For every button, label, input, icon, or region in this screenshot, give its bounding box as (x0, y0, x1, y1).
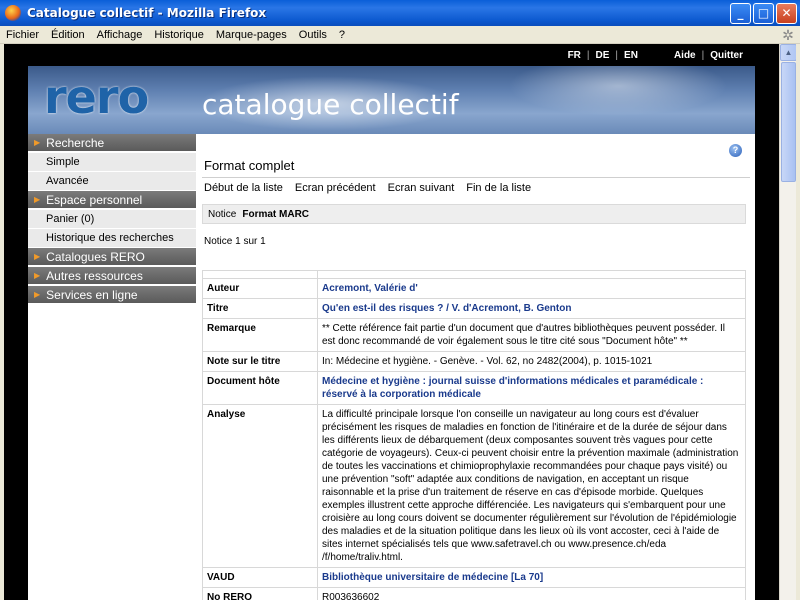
table-spacer-row (202, 270, 746, 279)
top-strip: FR | DE | EN Aide | Quitter (28, 44, 755, 66)
triangle-icon: ▶ (34, 252, 41, 261)
sidebar: ▶ Recherche Simple Avancée ▶ Espace pers… (28, 134, 196, 600)
menu-affichage[interactable]: Affichage (91, 29, 149, 41)
triangle-icon: ▶ (34, 290, 41, 299)
sidebar-section-label: Autres ressources (46, 268, 143, 283)
field-value: In: Médecine et hygiène. - Genève. - Vol… (317, 351, 746, 372)
triangle-icon: ▶ (34, 195, 41, 204)
previous-screen-link[interactable]: Ecran précédent (295, 182, 376, 194)
page-title: Format complet (204, 158, 295, 173)
browser-viewport: FR | DE | EN Aide | Quitter rero catalog… (4, 44, 796, 600)
help-icon[interactable]: ? (729, 144, 742, 157)
field-label: Analyse (202, 404, 318, 568)
top-links: Aide | Quitter (674, 50, 743, 61)
field-value-link[interactable]: Qu'en est-il des risques ? / V. d'Acremo… (317, 298, 746, 319)
notice-format-bar: Notice Format MARC (202, 204, 746, 224)
menu-help[interactable]: ? (333, 29, 351, 41)
field-label: VAUD (202, 567, 318, 588)
field-value-link[interactable]: Bibliothèque universitaire de médecine [… (317, 567, 746, 588)
menu-outils[interactable]: Outils (293, 29, 333, 41)
field-label: Note sur le titre (202, 351, 318, 372)
sidebar-item-historique[interactable]: Historique des recherches (28, 229, 196, 248)
triangle-icon: ▶ (34, 138, 41, 147)
maximize-button[interactable]: □ (753, 3, 774, 24)
separator: | (615, 49, 619, 61)
field-value: ** Cette référence fait partie d'un docu… (317, 318, 746, 352)
first-page-link[interactable]: Début de la liste (204, 182, 283, 194)
lang-de-link[interactable]: DE (596, 50, 610, 61)
table-row: VAUD Bibliothèque universitaire de médeci… (202, 567, 746, 588)
lang-en-link[interactable]: EN (624, 50, 638, 61)
last-page-link[interactable]: Fin de la liste (466, 182, 531, 194)
page: FR | DE | EN Aide | Quitter rero catalog… (28, 44, 755, 600)
sidebar-item-avancee[interactable]: Avancée (28, 172, 196, 191)
scrollbar-thumb[interactable] (781, 62, 796, 182)
table-row: Titre Qu'en est-il des risques ? / V. d'A… (202, 298, 746, 319)
window-title: Catalogue collectif - Mozilla Firefox (27, 6, 267, 20)
field-label: Auteur (202, 278, 318, 299)
table-row: No RERO R003636602 (202, 587, 746, 600)
table-row: Auteur Acremont, Valérie d' (202, 278, 746, 299)
menu-fichier[interactable]: Fichier (0, 29, 45, 41)
separator: | (701, 49, 705, 61)
vertical-scrollbar[interactable]: ▲ (779, 44, 796, 600)
field-label: Remarque (202, 318, 318, 352)
sidebar-item-panier[interactable]: Panier (0) (28, 210, 196, 229)
record-table: Auteur Acremont, Valérie d' Titre Qu'en est… (202, 270, 746, 600)
quit-link[interactable]: Quitter (710, 50, 743, 61)
main-content: ? Format complet Début de la liste Ecran… (202, 134, 750, 600)
menu-edition[interactable]: Édition (45, 29, 91, 41)
field-label: No RERO (202, 587, 318, 600)
scroll-up-icon[interactable]: ▲ (780, 44, 796, 61)
notice-format: Format MARC (242, 208, 310, 220)
separator: | (586, 49, 590, 61)
language-switcher: FR | DE | EN (568, 50, 638, 61)
menubar: Fichier Édition Affichage Historique Mar… (0, 26, 800, 44)
field-value-link[interactable]: Acremont, Valérie d' (317, 278, 746, 299)
sidebar-section-autres[interactable]: ▶ Autres ressources (28, 267, 196, 286)
close-button[interactable]: ✕ (776, 3, 797, 24)
menu-historique[interactable]: Historique (148, 29, 210, 41)
triangle-icon: ▶ (34, 271, 41, 280)
table-row: Note sur le titre In: Médecine et hygiène… (202, 351, 746, 372)
table-row: Analyse La difficulté principale lorsque … (202, 404, 746, 568)
menu-marque-pages[interactable]: Marque-pages (210, 29, 293, 41)
throbber-icon: ✲ (782, 27, 794, 43)
banner: rero catalogue collectif (28, 66, 755, 134)
sidebar-section-recherche[interactable]: ▶ Recherche (28, 134, 196, 153)
sidebar-section-label: Services en ligne (46, 287, 138, 302)
firefox-icon (5, 5, 21, 21)
field-value: La difficulté principale lorsque l'on co… (317, 404, 746, 568)
sidebar-section-catalogues[interactable]: ▶ Catalogues RERO (28, 248, 196, 267)
rero-logo[interactable]: rero (44, 70, 149, 124)
help-link[interactable]: Aide (674, 50, 696, 61)
notice-label[interactable]: Notice (208, 209, 236, 220)
lang-fr-link[interactable]: FR (568, 50, 581, 61)
sidebar-section-label: Recherche (46, 135, 105, 150)
field-label: Document hôte (202, 371, 318, 405)
field-value-link[interactable]: Médecine et hygiène : journal suisse d'i… (317, 371, 746, 405)
sidebar-section-services[interactable]: ▶ Services en ligne (28, 286, 196, 305)
field-value: R003636602 (317, 587, 746, 600)
next-screen-link[interactable]: Ecran suivant (388, 182, 455, 194)
sidebar-item-simple[interactable]: Simple (28, 153, 196, 172)
minimize-button[interactable]: _ (730, 3, 751, 24)
field-label: Titre (202, 298, 318, 319)
sidebar-section-label: Espace personnel (46, 192, 143, 207)
table-row: Document hôte Médecine et hygiène : journ… (202, 371, 746, 405)
result-navigation: Début de la liste Ecran précédent Ecran … (204, 182, 531, 194)
banner-subtitle: catalogue collectif (202, 88, 459, 121)
sidebar-section-espace[interactable]: ▶ Espace personnel (28, 191, 196, 210)
table-row: Remarque ** Cette référence fait partie d… (202, 318, 746, 352)
record-count: Notice 1 sur 1 (204, 236, 266, 247)
window-titlebar[interactable]: Catalogue collectif - Mozilla Firefox _ … (0, 0, 800, 26)
divider (202, 177, 750, 178)
sidebar-section-label: Catalogues RERO (46, 249, 145, 264)
